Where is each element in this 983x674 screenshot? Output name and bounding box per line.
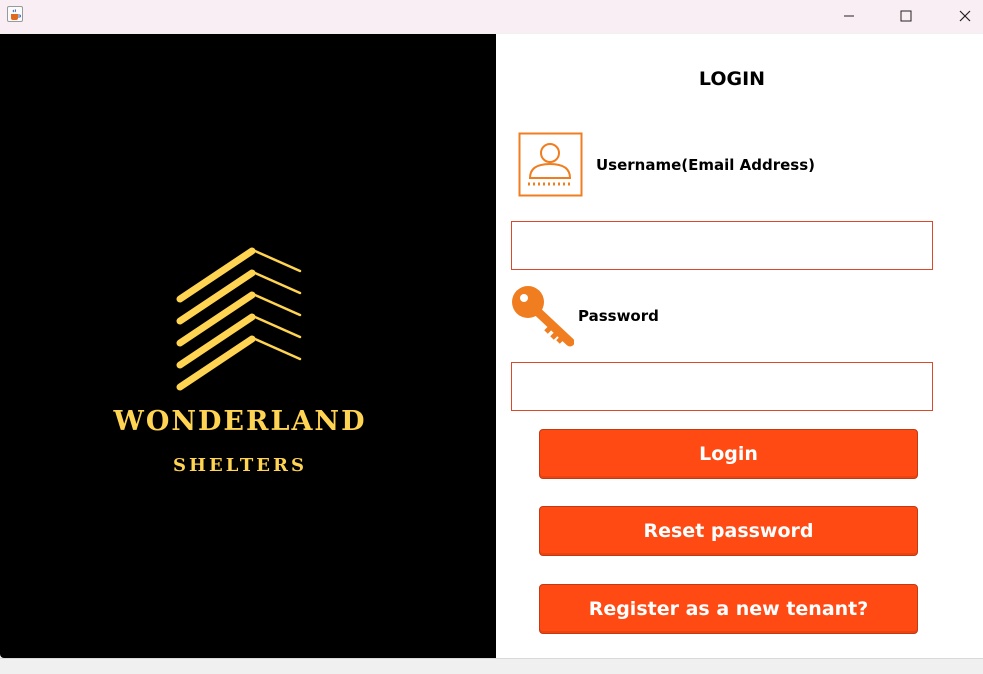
maximize-icon — [900, 10, 912, 21]
title-bar — [0, 0, 983, 33]
java-cup-icon — [7, 6, 23, 22]
chevron-stripes-logo — [176, 247, 302, 391]
username-label: Username(Email Address) — [596, 156, 816, 174]
password-label: Password — [578, 307, 659, 325]
minimize-icon — [844, 15, 854, 16]
username-input[interactable] — [511, 221, 933, 270]
reset-password-button[interactable]: Reset password — [539, 506, 918, 556]
app-window: WONDERLAND SHELTERS LOGIN Username(Email… — [0, 0, 983, 674]
close-button[interactable] — [942, 0, 983, 31]
window-bottom-edge — [0, 658, 983, 674]
brand-tagline: SHELTERS — [173, 455, 307, 476]
minimize-button[interactable] — [826, 0, 872, 31]
login-panel: LOGIN Username(Email Address) Password L… — [496, 34, 983, 658]
maximize-button[interactable] — [883, 0, 929, 31]
close-icon — [959, 10, 971, 21]
register-tenant-button[interactable]: Register as a new tenant? — [539, 584, 918, 634]
key-icon — [512, 286, 574, 347]
branding-panel: WONDERLAND SHELTERS — [0, 34, 496, 658]
login-heading: LOGIN — [698, 68, 766, 90]
user-badge-icon — [518, 132, 583, 197]
login-button[interactable]: Login — [539, 429, 918, 479]
brand-name: WONDERLAND — [113, 406, 367, 437]
password-input[interactable] — [511, 362, 933, 411]
